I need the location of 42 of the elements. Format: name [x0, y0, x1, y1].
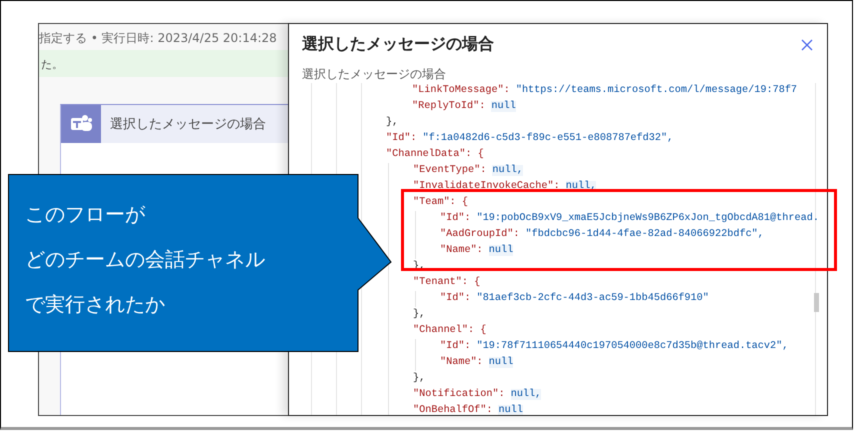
json-value: null [488, 245, 514, 256]
json-key: "Id": [440, 341, 471, 352]
scrollbar-thumb[interactable] [814, 293, 819, 312]
json-brace: }, [413, 309, 426, 320]
json-value: null [498, 405, 523, 415]
json-value: "19:pobOcB9xV9_xmaE5JcbjneWs9B6ZP6xJon_tgObcdA81@thread. [476, 213, 819, 224]
panel-subtitle: 選択したメッセージの場合 [301, 66, 447, 83]
json-value: "19:78f71110654440c197054000e8c7d35b@thread.tacv2", [476, 341, 788, 352]
json-value: null [488, 357, 514, 368]
json-value: null, [492, 165, 523, 176]
json-key: "Team": { [413, 197, 468, 208]
json-key: "Channel": { [413, 325, 486, 336]
json-value: "https://teams.microsoft.com/l/message/19:78f7 [516, 85, 798, 96]
json-key: "LinkToMessage": [412, 85, 510, 96]
json-key: "Name": [440, 357, 483, 368]
json-key: "Id": [440, 213, 471, 224]
banner-text: た。 [41, 58, 63, 71]
json-key: "Notification": [413, 389, 505, 400]
json-brace: }, [413, 373, 426, 384]
json-value: "fbdcbc96-1d44-4fae-82ad-84066922bdfc", [525, 229, 764, 240]
json-value: "81aef3cb-2cfc-44d3-ac59-1bb45d66f910" [476, 293, 709, 304]
json-key: "OnBehalfOf": [413, 405, 492, 415]
json-key: "ChannelData": { [386, 149, 484, 160]
close-button[interactable] [799, 36, 815, 52]
panel-title: 選択したメッセージの場合 [302, 34, 494, 55]
callout-text: で実行されたか [25, 291, 166, 318]
json-brace: }, [386, 117, 398, 128]
json-key: "Id": [440, 293, 471, 304]
json-value: null, [510, 389, 542, 400]
json-key: "EventType": [413, 165, 486, 176]
card-title: 選択したメッセージの場合 [110, 116, 266, 133]
json-key: "AadGroupId": [440, 229, 520, 240]
json-key: "Id": [386, 133, 417, 144]
callout-text: どのチームの会話チャネル [25, 246, 265, 273]
json-key: "Name": [440, 245, 483, 256]
json-key: "Tenant": { [413, 277, 480, 288]
callout-text: このフローが [25, 201, 146, 228]
json-value: null [491, 101, 516, 112]
json-key: "ReplyToId": [412, 101, 486, 112]
json-key: "InvalidateInvokeCache": [413, 181, 560, 192]
run-info: 指定する • 実行日時: 2023/4/25 20:14:28 [39, 30, 278, 47]
json-value: "f:1a0482d6-c5d3-f89c-e551-e808787efd32", [422, 133, 674, 144]
